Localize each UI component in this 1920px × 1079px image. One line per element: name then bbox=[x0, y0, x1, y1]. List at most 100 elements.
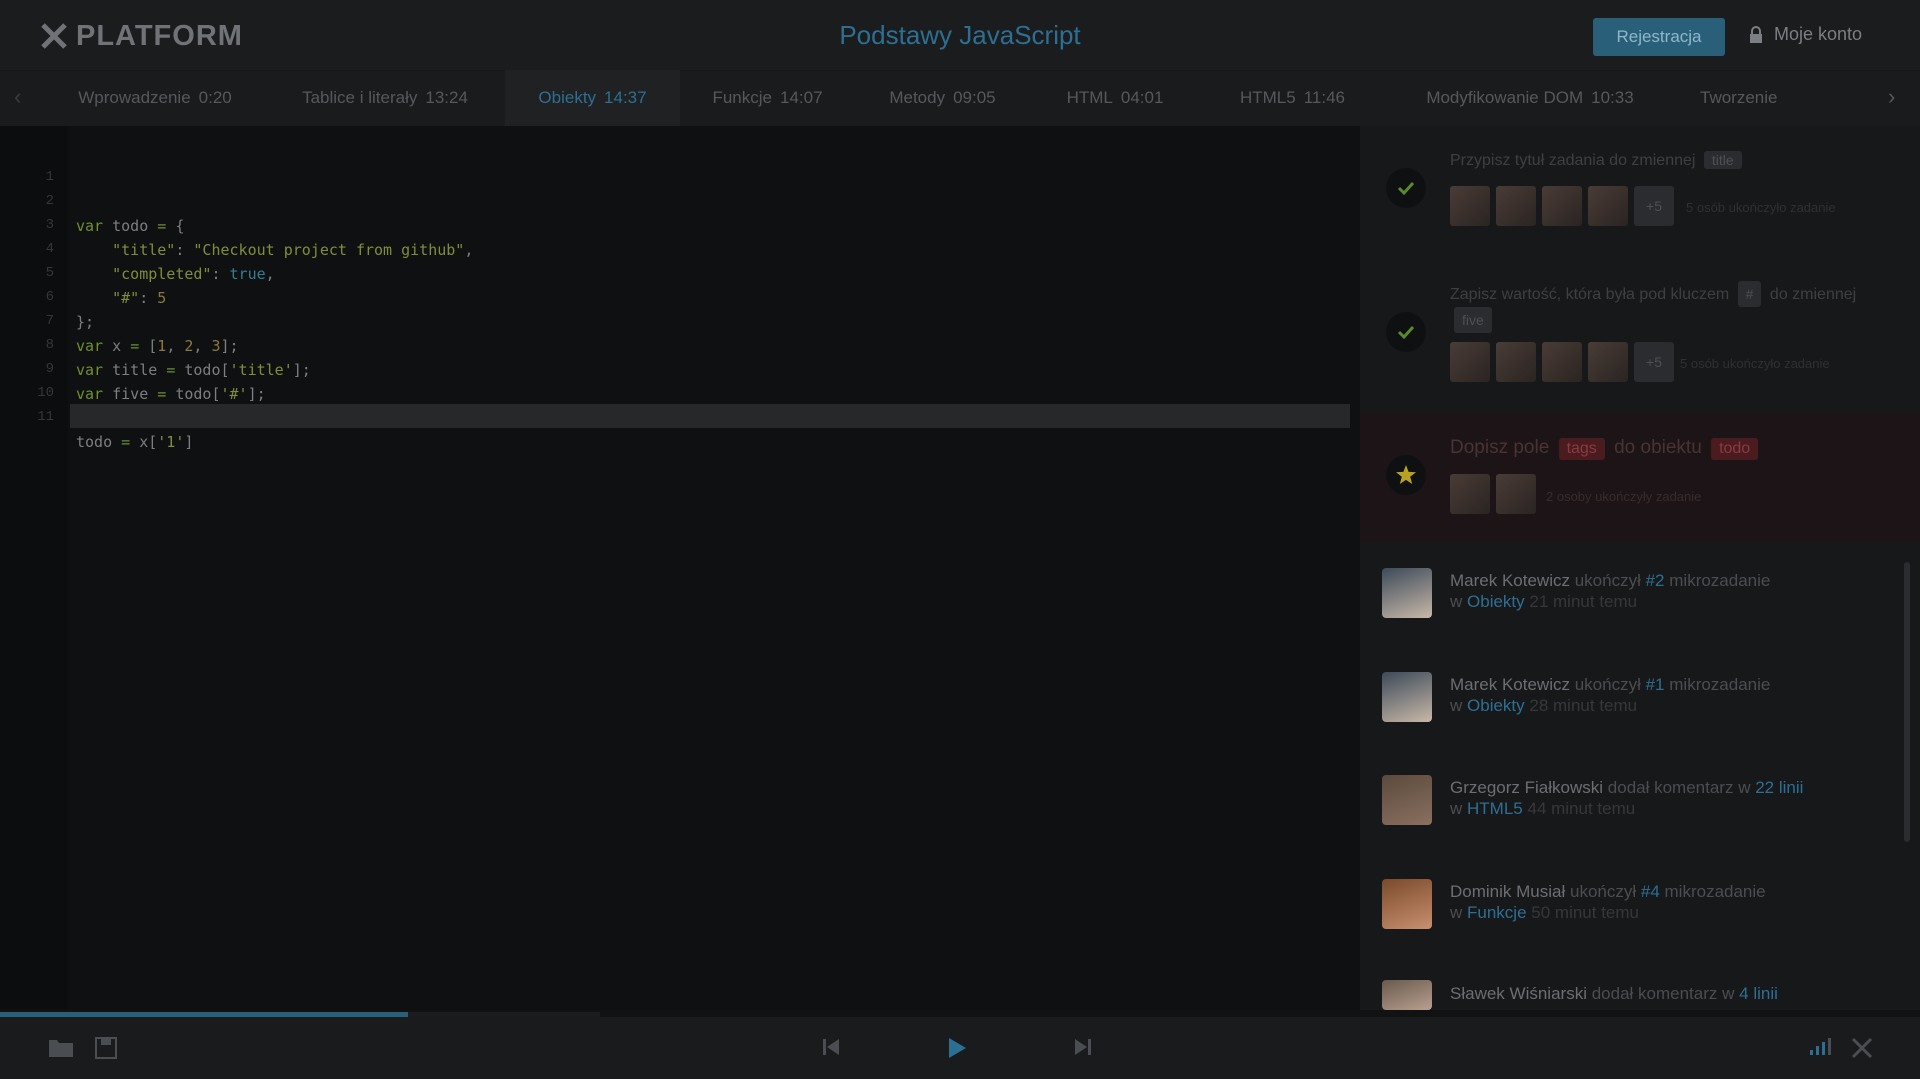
avatar[interactable] bbox=[1382, 568, 1432, 618]
checkmark-icon bbox=[1397, 181, 1415, 196]
activity-action: dodał komentarz bbox=[1591, 984, 1718, 1003]
avatar[interactable] bbox=[1450, 342, 1490, 382]
fullscreen-icon bbox=[1851, 1037, 1873, 1059]
lesson-link[interactable]: Funkcje bbox=[1467, 903, 1527, 922]
avatar[interactable] bbox=[1542, 342, 1582, 382]
activity-target-link[interactable]: #2 bbox=[1646, 571, 1665, 590]
avatar[interactable] bbox=[1496, 342, 1536, 382]
tab-html5[interactable]: HTML5 11:46 bbox=[1205, 70, 1380, 126]
user-name-link[interactable]: Sławek Wiśniarski bbox=[1450, 984, 1587, 1003]
user-name-link[interactable]: Marek Kotewicz bbox=[1450, 571, 1570, 590]
avatar[interactable] bbox=[1382, 672, 1432, 722]
tab-time: 13:24 bbox=[425, 88, 468, 107]
logo[interactable]: PLATFORM bbox=[40, 16, 243, 56]
task-active-status bbox=[1386, 455, 1426, 495]
line-number: 11 bbox=[37, 409, 54, 425]
code-chip: five bbox=[1454, 307, 1492, 333]
code-lines[interactable]: var todo = { "title": "Checkout project … bbox=[76, 190, 473, 454]
skip-back-icon bbox=[823, 1039, 839, 1055]
register-button[interactable]: Rejestracja bbox=[1593, 18, 1725, 56]
task-title-text: zmiennej bbox=[1792, 286, 1857, 303]
avatar[interactable] bbox=[1450, 474, 1490, 514]
volume-button[interactable] bbox=[1808, 1036, 1834, 1056]
avatar[interactable] bbox=[1450, 186, 1490, 226]
line-number: 7 bbox=[45, 313, 54, 329]
tab-time: 14:07 bbox=[779, 88, 823, 107]
code-chip: # bbox=[1737, 281, 1762, 307]
avatar[interactable] bbox=[1588, 342, 1628, 382]
line-number: 3 bbox=[45, 217, 54, 233]
tab-label: HTML5 bbox=[1239, 88, 1296, 107]
folder-icon bbox=[49, 1040, 73, 1057]
code-chip: todo bbox=[1711, 438, 1759, 460]
activity-item: Marek Kotewicz ukończył #2 mikrozadanie … bbox=[1450, 570, 1870, 612]
open-folder-button[interactable] bbox=[48, 1036, 74, 1058]
tab-time: 0:20 bbox=[198, 88, 232, 107]
user-name-link[interactable]: Dominik Musiał bbox=[1450, 882, 1565, 901]
previous-button[interactable] bbox=[820, 1036, 842, 1058]
tab-wprowadzenie[interactable]: Wprowadzenie 0:20 bbox=[40, 70, 270, 126]
activity-item: Grzegorz Fiałkowski dodał komentarz w 22… bbox=[1450, 777, 1870, 819]
next-button[interactable] bbox=[1072, 1036, 1094, 1058]
sidebar-scrollbar[interactable] bbox=[1904, 562, 1910, 842]
line-number: 4 bbox=[45, 241, 54, 257]
task-title-text: Dopisz pole bbox=[1450, 437, 1550, 458]
lesson-link[interactable]: Obiekty bbox=[1467, 696, 1525, 715]
tab-tablice[interactable]: Tablice i literały 13:24 bbox=[270, 70, 500, 126]
chevron-left-icon[interactable]: ‹ bbox=[14, 84, 21, 110]
tab-label: Obiekty bbox=[538, 88, 597, 107]
lesson-link[interactable]: Obiekty bbox=[1467, 592, 1525, 611]
activity-target-link[interactable]: #4 bbox=[1641, 882, 1660, 901]
tab-time: 14:37 bbox=[604, 88, 647, 107]
activity-item: Dominik Musiał ukończył #4 mikrozadanie … bbox=[1450, 881, 1870, 923]
avatar[interactable] bbox=[1588, 186, 1628, 226]
tab-funkcje[interactable]: Funkcje 14:07 bbox=[685, 70, 850, 126]
tab-time: 10:33 bbox=[1591, 88, 1634, 107]
task-title[interactable]: Zapisz wartość, która była pod kluczem #… bbox=[1450, 281, 1870, 333]
lesson-link[interactable]: HTML5 bbox=[1467, 799, 1523, 818]
course-title: Podstawy JavaScript bbox=[839, 20, 1081, 50]
tab-html[interactable]: HTML 04:01 bbox=[1035, 70, 1195, 126]
user-name-link[interactable]: Grzegorz Fiałkowski bbox=[1450, 778, 1603, 797]
more-avatars[interactable]: +5 bbox=[1634, 186, 1674, 226]
account-label: Moje konto bbox=[1774, 24, 1863, 44]
activity-target-link[interactable]: 22 linii bbox=[1755, 778, 1803, 797]
tab-obiekty[interactable]: Obiekty 14:37 bbox=[505, 70, 680, 126]
star-icon bbox=[1396, 465, 1416, 484]
tab-label: HTML bbox=[1066, 88, 1113, 107]
tab-metody[interactable]: Metody 09:05 bbox=[860, 70, 1025, 126]
activity-target-link[interactable]: #1 bbox=[1646, 675, 1665, 694]
line-number: 5 bbox=[45, 265, 54, 281]
tab-label: Tablice i literały bbox=[302, 88, 418, 107]
fullscreen-button[interactable] bbox=[1850, 1036, 1874, 1060]
more-avatars[interactable]: +5 bbox=[1634, 342, 1674, 382]
tab-tworzenie[interactable]: Tworzenie bbox=[1700, 70, 1860, 126]
activity-text: w bbox=[1450, 696, 1463, 715]
user-name-link[interactable]: Marek Kotewicz bbox=[1450, 675, 1570, 694]
code-chip: tags bbox=[1558, 438, 1605, 460]
activity-time: 44 minut temu bbox=[1527, 799, 1636, 818]
avatar[interactable] bbox=[1496, 474, 1536, 514]
activity-time: 21 minut temu bbox=[1529, 592, 1638, 611]
code-chip: title bbox=[1703, 151, 1742, 169]
activity-text: mikrozadanie bbox=[1664, 882, 1766, 901]
tab-modyfikowanie-dom[interactable]: Modyfikowanie DOM 10:33 bbox=[1395, 70, 1665, 126]
chevron-right-icon[interactable]: › bbox=[1888, 84, 1895, 110]
activity-target-link[interactable]: 4 linii bbox=[1739, 984, 1778, 1003]
volume-bars-icon bbox=[1810, 1038, 1831, 1055]
avatar[interactable] bbox=[1382, 879, 1432, 929]
tab-time: 09:05 bbox=[953, 88, 996, 107]
tasks-sidebar bbox=[1360, 126, 1920, 1010]
task-title: Dopisz pole tags do obiektu todo bbox=[1450, 437, 1762, 460]
task-completed-text: 5 osób ukończyło zadanie bbox=[1686, 200, 1836, 215]
avatar[interactable] bbox=[1382, 980, 1432, 1010]
save-button[interactable] bbox=[94, 1036, 118, 1060]
avatar[interactable] bbox=[1496, 186, 1536, 226]
avatar[interactable] bbox=[1542, 186, 1582, 226]
avatar[interactable] bbox=[1382, 775, 1432, 825]
task-title[interactable]: Przypisz tytuł zadania do zmiennej title bbox=[1450, 151, 1746, 170]
line-number: 1 bbox=[45, 169, 54, 185]
account-link[interactable]: Moje konto bbox=[1748, 24, 1862, 45]
active-task[interactable] bbox=[1360, 412, 1920, 542]
play-button[interactable] bbox=[946, 1036, 968, 1060]
